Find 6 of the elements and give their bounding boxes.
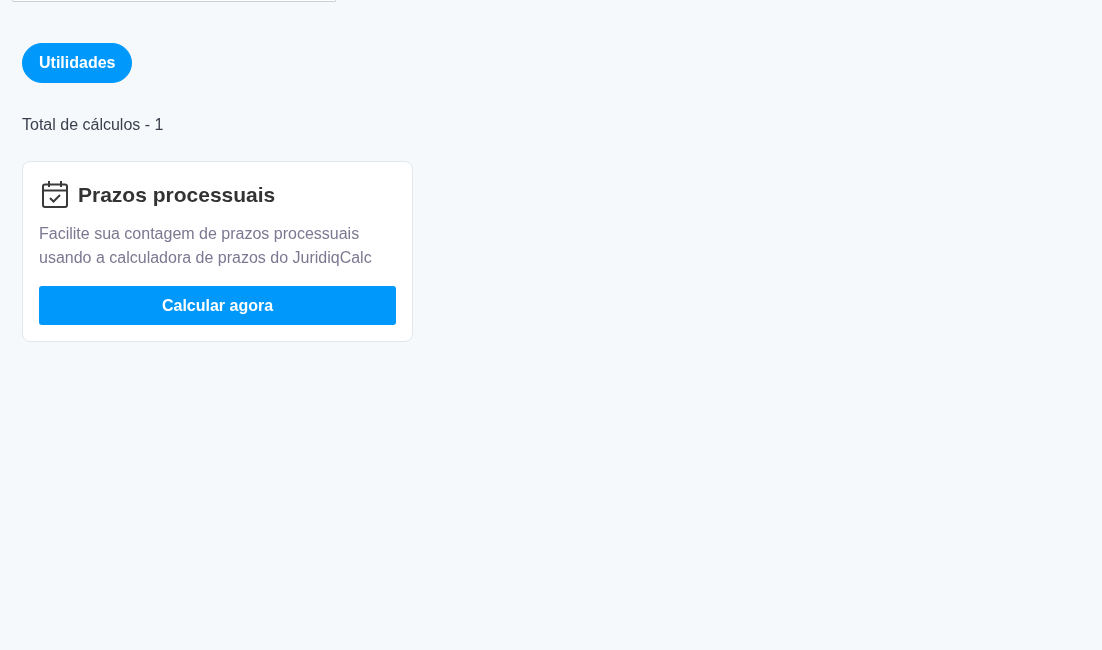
- card-title: Prazos processuais: [78, 182, 276, 207]
- calculate-button[interactable]: Calcular agora: [39, 286, 396, 325]
- calendar-check-icon: [42, 181, 68, 208]
- category-chip[interactable]: Utilidades: [22, 43, 133, 83]
- total-label: Total de cálculos - 1: [22, 116, 164, 133]
- card-description: Facilite sua contagem de prazos processuais usando a calculadora de prazos do JuridiqCalc: [39, 224, 373, 268]
